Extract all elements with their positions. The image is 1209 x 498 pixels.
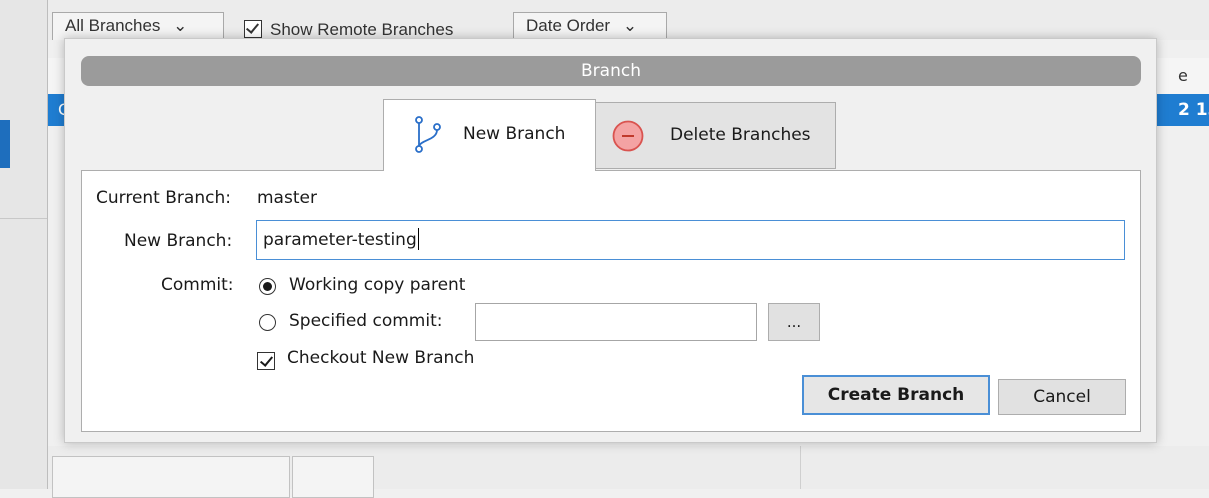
show-remote-branches-checkbox[interactable]: Show Remote Branches <box>244 20 453 40</box>
tab-new-branch[interactable]: New Branch <box>383 99 596 171</box>
checkbox-box <box>257 352 275 370</box>
branches-dropdown[interactable]: All Branches ⌄ <box>52 12 224 40</box>
radio-button <box>259 278 276 295</box>
bottom-tab[interactable] <box>52 456 290 498</box>
new-branch-input[interactable]: parameter-testing <box>256 220 1125 260</box>
branch-icon <box>415 116 441 153</box>
checkbox-box <box>244 20 262 38</box>
radio-button <box>259 314 276 331</box>
left-sidebar <box>0 0 48 489</box>
create-branch-button[interactable]: Create Branch <box>802 375 990 415</box>
sidebar-divider <box>0 218 47 219</box>
radio-specified-commit-label: Specified commit: <box>289 311 443 331</box>
current-branch-value: master <box>257 188 317 208</box>
branches-dropdown-label: All Branches <box>65 16 161 35</box>
commit-label: Commit: <box>161 275 234 295</box>
order-dropdown-label: Date Order <box>526 16 611 35</box>
text-caret <box>417 228 419 250</box>
cancel-button[interactable]: Cancel <box>998 379 1126 415</box>
bottom-tab[interactable] <box>292 456 374 498</box>
new-branch-input-value: parameter-testing <box>263 230 417 250</box>
radio-working-copy-label: Working copy parent <box>289 275 466 295</box>
dialog-title: Branch <box>81 56 1141 86</box>
tab-delete-branches-label: Delete Branches <box>670 125 811 145</box>
chevron-down-icon: ⌄ <box>173 16 188 35</box>
show-remote-branches-label: Show Remote Branches <box>270 20 454 39</box>
tab-new-branch-label: New Branch <box>463 124 566 144</box>
new-branch-panel: Current Branch: master New Branch: param… <box>81 170 1141 432</box>
branch-dialog: Branch New Branch Delete Branches Curren… <box>64 38 1157 443</box>
order-dropdown[interactable]: Date Order ⌄ <box>513 12 667 40</box>
new-branch-label: New Branch: <box>124 231 233 251</box>
chevron-down-icon: ⌄ <box>622 16 638 35</box>
sidebar-selection-marker <box>0 120 10 168</box>
checkout-new-branch-label: Checkout New Branch <box>287 348 475 368</box>
row-date-partial: 2 13:3 <box>1178 100 1209 120</box>
bottom-divider <box>800 446 801 489</box>
browse-commit-button[interactable]: ... <box>768 303 820 341</box>
column-header-partial: e <box>1178 66 1188 85</box>
current-branch-label: Current Branch: <box>96 188 231 208</box>
tab-delete-branches[interactable]: Delete Branches <box>595 102 836 169</box>
minus-circle-icon <box>612 120 644 152</box>
specified-commit-input[interactable] <box>475 303 757 341</box>
